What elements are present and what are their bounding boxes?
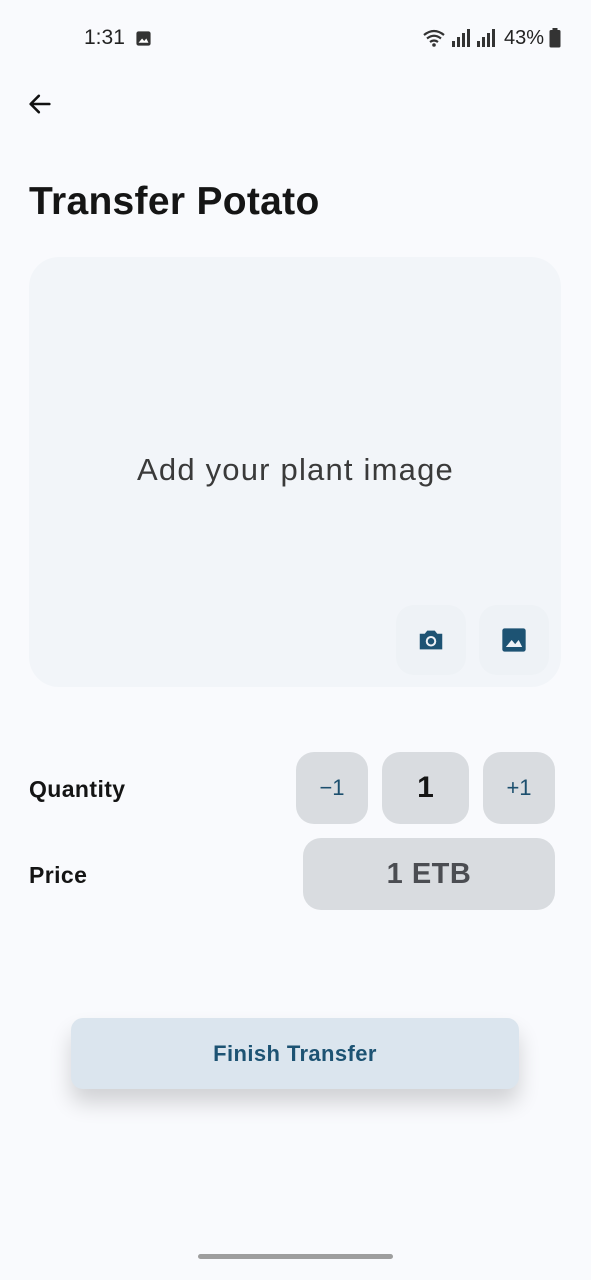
signal-icon xyxy=(451,29,470,47)
camera-button[interactable] xyxy=(396,605,466,675)
quantity-value: 1 xyxy=(382,752,469,824)
battery-percentage: 43% xyxy=(503,26,544,49)
back-button[interactable] xyxy=(22,86,58,122)
price-label: Price xyxy=(29,862,88,888)
image-icon xyxy=(502,628,526,652)
signal-icon xyxy=(476,29,495,47)
gallery-button[interactable] xyxy=(479,605,549,675)
decrement-button[interactable]: −1 xyxy=(296,752,368,824)
page-title: Transfer Potato xyxy=(29,180,320,223)
quantity-label: Quantity xyxy=(29,776,126,802)
status-icons: 43% xyxy=(422,26,561,50)
wifi-icon xyxy=(423,29,445,47)
camera-icon xyxy=(419,630,443,650)
status-time: 1:31 xyxy=(84,26,125,49)
gesture-nav-handle[interactable] xyxy=(198,1254,393,1259)
status-bar: 1:31 43% xyxy=(0,0,591,78)
finish-transfer-button[interactable]: Finish Transfer xyxy=(71,1018,519,1089)
image-placeholder-text: Add your plant image xyxy=(137,452,454,487)
increment-button[interactable]: +1 xyxy=(483,752,555,824)
arrow-left-icon xyxy=(29,94,51,114)
image-notification-icon xyxy=(136,31,151,46)
battery-icon xyxy=(549,28,561,48)
price-value: 1 ETB xyxy=(303,838,555,910)
transfer-screen: 1:31 43% Transfer Potato Add your plant … xyxy=(0,0,591,1280)
